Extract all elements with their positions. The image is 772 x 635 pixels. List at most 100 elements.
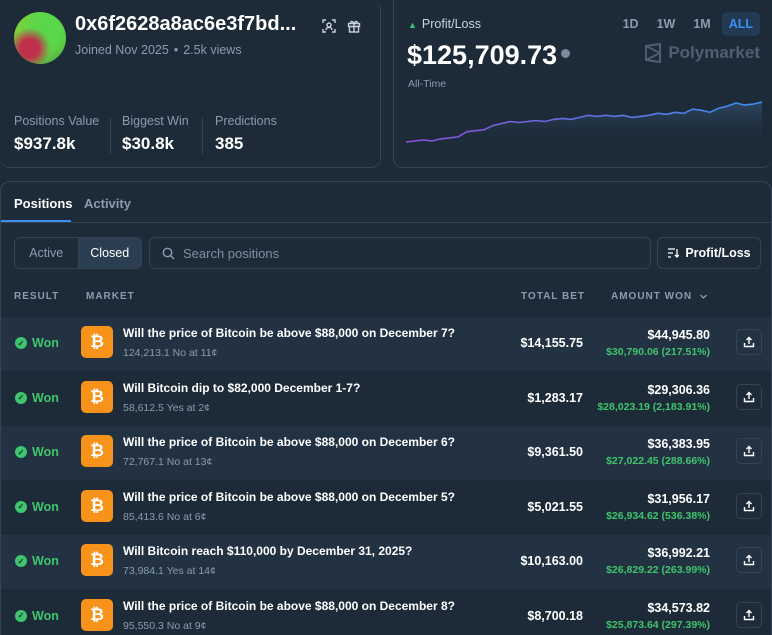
table-row[interactable]: ✓ Won ₿ Will the price of Bitcoin be abo… (1, 426, 771, 480)
amount-won: $34,573.82 (647, 600, 710, 615)
stat-label: Positions Value (14, 114, 100, 128)
brand-logo: Polymarket (644, 43, 760, 63)
header-market: MARKET (86, 291, 135, 302)
username: 0x6f2628a8ac6e3f7bd... (75, 13, 297, 35)
brand-name: Polymarket (668, 43, 760, 62)
range-tabs: 1D 1W 1M ALL (616, 12, 760, 36)
segment-active[interactable]: Active (15, 238, 78, 268)
market-title[interactable]: Will the price of Bitcoin be above $88,0… (123, 490, 455, 504)
market-title[interactable]: Will the price of Bitcoin be above $88,0… (123, 326, 455, 340)
chevron-down-icon (699, 294, 707, 299)
check-circle-icon: ✓ (15, 609, 27, 622)
share-button[interactable] (736, 329, 762, 355)
result-badge: ✓ Won (15, 336, 59, 350)
share-button[interactable] (736, 383, 762, 410)
pnl-label: ▲ Profit/Loss (408, 17, 481, 31)
bitcoin-icon: ₿ (81, 544, 113, 576)
result-badge: ✓ Won (15, 445, 59, 459)
info-icon[interactable] (561, 49, 571, 59)
total-bet: $8,700.18 (527, 608, 583, 623)
amount-won: $36,992.21 (647, 546, 710, 560)
result-badge: ✓ Won (15, 500, 59, 514)
range-tab-1m[interactable]: 1M (686, 12, 717, 36)
result-badge: ✓ Won (15, 391, 59, 405)
share-icon (743, 554, 755, 566)
stat-divider (202, 118, 203, 154)
profit-amount: $30,790.06 (217.51%) (606, 346, 710, 358)
table-row[interactable]: ✓ Won ₿ Will the price of Bitcoin be abo… (1, 317, 771, 371)
bitcoin-icon: ₿ (81, 435, 113, 467)
table-row[interactable]: ✓ Won ₿ Will the price of Bitcoin be abo… (1, 590, 771, 635)
bitcoin-icon: ₿ (81, 598, 113, 631)
market-position: 72,767.1 No at 13¢ (123, 456, 213, 468)
share-button[interactable] (736, 438, 762, 464)
total-bet: $1,283.17 (527, 390, 583, 405)
sort-button[interactable]: Profit/Loss (657, 237, 761, 269)
market-title[interactable]: Will the price of Bitcoin be above $88,0… (123, 599, 455, 613)
market-title[interactable]: Will the price of Bitcoin be above $88,0… (123, 435, 455, 449)
share-button[interactable] (736, 492, 762, 519)
header-total-bet[interactable]: TOTAL BET (521, 291, 585, 302)
stat-positions-value: Positions Value $937.8k (14, 114, 99, 154)
avatar[interactable] (14, 12, 66, 64)
polymarket-icon (645, 43, 662, 63)
profit-amount: $25,873.64 (297.39%) (606, 618, 710, 631)
share-icon (743, 391, 755, 402)
total-bet: $5,021.55 (527, 499, 583, 514)
check-circle-icon: ✓ (15, 337, 27, 349)
sort-icon (668, 248, 680, 258)
market-position: 124,213.1 No at 11¢ (123, 347, 218, 359)
gift-icon[interactable] (345, 17, 363, 35)
result-label: Won (32, 608, 59, 623)
tab-activity[interactable]: Activity (84, 196, 131, 211)
positions-panel: Positions Activity Active Closed Profit/… (0, 181, 772, 635)
amount-won: $31,956.17 (647, 491, 710, 506)
pnl-label-text: Profit/Loss (421, 17, 481, 31)
market-position: 73,984.1 Yes at 14¢ (123, 565, 216, 577)
header-amount-won[interactable]: AMOUNT WON (611, 291, 708, 302)
share-icon (743, 336, 755, 348)
table-row[interactable]: ✓ Won ₿ Will the price of Bitcoin be abo… (1, 481, 771, 535)
stat-divider (110, 118, 111, 154)
result-label: Won (32, 336, 59, 350)
trend-up-icon: ▲ (408, 20, 417, 30)
share-button[interactable] (736, 547, 762, 573)
market-title[interactable]: Will Bitcoin dip to $82,000 December 1-7… (123, 381, 360, 395)
range-tab-1d[interactable]: 1D (616, 12, 646, 36)
search-input[interactable] (183, 245, 623, 261)
stat-predictions: Predictions 385 (215, 114, 277, 154)
search-box (149, 237, 651, 269)
pnl-chart (406, 101, 762, 146)
market-title[interactable]: Will Bitcoin reach $110,000 by December … (123, 544, 412, 558)
bitcoin-icon: ₿ (81, 380, 113, 413)
total-bet: $14,155.75 (520, 336, 583, 350)
tab-positions[interactable]: Positions (14, 196, 73, 211)
range-tab-1w[interactable]: 1W (650, 12, 683, 36)
pnl-card: ▲ Profit/Loss $125,709.73 All-Time 1D 1W … (393, 0, 772, 168)
stat-value: 385 (215, 134, 244, 153)
table-row[interactable]: ✓ Won ₿ Will Bitcoin dip to $82,000 Dece… (1, 372, 771, 426)
profile-card: 0x6f2628a8ac6e3f7bd... Joined Nov 2025 • 2… (0, 0, 381, 168)
profit-amount: $26,829.22 (263.99%) (606, 564, 710, 576)
qr-scan-icon[interactable] (320, 17, 338, 35)
tab-bar: Positions Activity (1, 182, 771, 223)
share-icon (743, 500, 755, 511)
joined-date: Joined Nov 2025 (75, 43, 169, 57)
share-button[interactable] (736, 601, 762, 628)
result-badge: ✓ Won (15, 609, 59, 623)
result-label: Won (32, 499, 59, 514)
range-tab-all[interactable]: ALL (721, 12, 760, 36)
stat-biggest-win: Biggest Win $30.8k (122, 114, 189, 154)
result-badge: ✓ Won (15, 554, 59, 568)
check-circle-icon: ✓ (15, 446, 27, 458)
table-row[interactable]: ✓ Won ₿ Will Bitcoin reach $110,000 by D… (1, 535, 771, 589)
stat-label: Biggest Win (122, 114, 189, 128)
result-label: Won (32, 445, 59, 459)
share-icon (743, 445, 755, 457)
header-amount-won-label: AMOUNT WON (611, 291, 693, 302)
pnl-value: $125,709.73 (407, 40, 571, 71)
total-bet: $9,361.50 (527, 445, 583, 459)
segment-closed[interactable]: Closed (77, 238, 141, 268)
profit-amount: $27,022.45 (288.66%) (606, 455, 710, 467)
market-position: 95,550.3 No at 9¢ (123, 619, 207, 632)
